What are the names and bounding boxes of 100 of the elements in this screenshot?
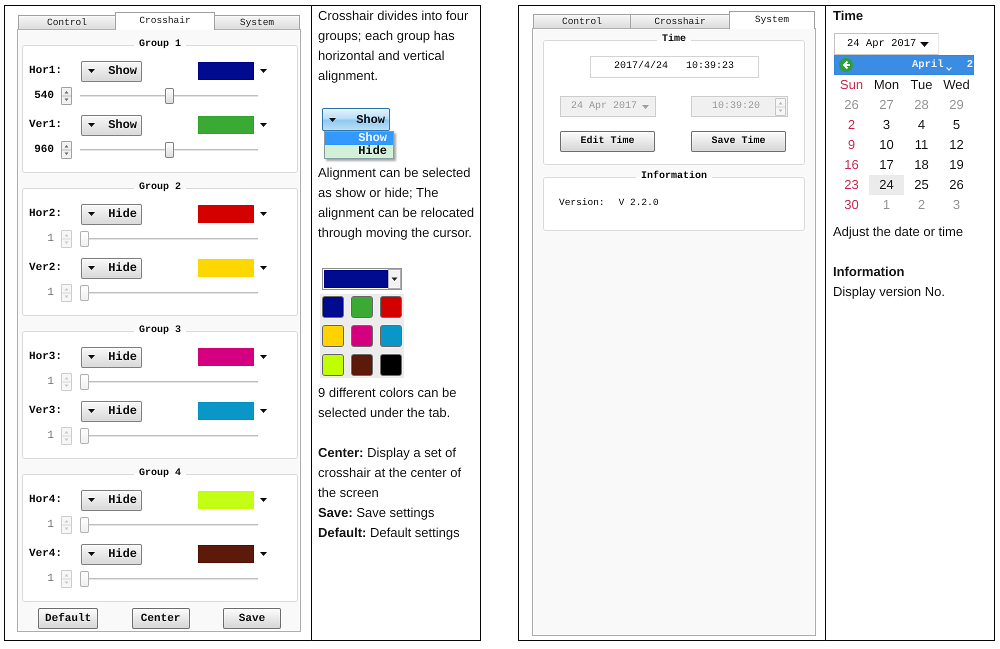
caret-icon [920,42,929,46]
line-label: Hor4: [29,494,64,506]
action-button[interactable]: Save Time [691,131,786,152]
slider-thumb[interactable] [164,142,174,158]
version-value: V 2.2.0 [618,196,659,210]
color-dropdown[interactable] [198,259,267,277]
color-dropdown[interactable] [198,545,267,563]
group-title: Group 3 [138,324,182,338]
value-text: 960 [33,144,54,156]
calendar-day[interactable]: 3 [869,115,904,135]
caret-icon [329,118,336,122]
line-label: Ver2: [29,262,64,274]
visibility-dropdown[interactable]: Show [81,114,142,136]
line-label: Hor2: [29,208,64,220]
caret-icon [88,498,95,502]
calendar-day[interactable]: 23 [834,175,869,195]
tab[interactable]: System [729,11,815,29]
calendar-day[interactable]: 5 [939,115,974,135]
color-swatch-icon[interactable] [322,296,344,318]
spinner-icon[interactable] [61,141,72,159]
color-swatch-icon[interactable] [351,325,373,347]
color-dropdown[interactable] [198,62,267,80]
calendar-day[interactable]: 25 [904,175,939,195]
group-title: Time [660,33,687,47]
tab[interactable]: Crosshair [630,14,730,28]
value-text: 540 [33,90,54,102]
color-swatch-icon[interactable] [351,354,373,376]
paragraph: Crosshair divides into four groups; each group has horizontal and vertical alignment. [318,7,470,85]
line-label: Ver4: [29,548,64,560]
color-swatch-icon[interactable] [322,354,344,376]
paragraph: Display version No. [833,283,946,301]
line-label: Hor1: [29,65,64,77]
color-dropdown[interactable] [198,402,267,420]
calendar-day[interactable]: 10 [869,135,904,155]
line-label: Hor3: [29,351,64,363]
color-swatch-icon[interactable] [380,325,402,347]
date-dropdown[interactable]: 24 Apr 2017 [834,33,939,55]
caret-icon [260,498,267,502]
heading: Time [833,7,864,25]
slider-thumb[interactable] [164,88,174,104]
caret-icon [260,123,267,127]
tab[interactable]: System [214,15,300,29]
paragraph: Save: Save settings [318,504,436,522]
tab[interactable]: Crosshair [115,12,215,30]
color-dropdown[interactable] [322,268,402,290]
value-text: 1 [46,287,54,299]
spinner-icon[interactable] [61,87,72,105]
dropdown-option[interactable]: Hide [325,145,393,158]
weekday-label: Wed [942,76,971,94]
calendar-day[interactable]: 9 [834,135,869,155]
calendar-day[interactable]: 26 [939,175,974,195]
visibility-dropdown[interactable]: Show [81,60,142,82]
action-button[interactable]: Edit Time [560,131,655,152]
weekday-label: Mon [872,76,900,94]
calendar-day[interactable]: 2 [834,115,869,135]
caret-icon [260,212,267,216]
group-title: Group 4 [138,467,182,481]
caret-icon [260,266,267,270]
caret-icon [260,552,267,556]
calendar-day[interactable]: 12 [939,135,974,155]
weekday-label: Sun [838,76,864,94]
line-label: Ver3: [29,405,64,417]
color-dropdown[interactable] [198,491,267,509]
calendar-day[interactable]: 24 [869,175,904,195]
action-button[interactable]: Center [132,608,190,629]
calendar-day[interactable]: 11 [904,135,939,155]
caret-icon [260,355,267,359]
calendar-day[interactable]: 17 [869,155,904,175]
color-dropdown[interactable] [198,205,267,223]
color-swatch-icon[interactable] [322,325,344,347]
calendar-day[interactable]: 30 [834,195,869,215]
color-dropdown[interactable] [198,348,267,366]
calendar-day[interactable]: 16 [834,155,869,175]
action-button[interactable]: Default [38,608,98,629]
color-swatch-icon[interactable] [380,354,402,376]
group-title: Group 1 [138,38,182,52]
color-swatch-icon[interactable] [351,296,373,318]
caret-icon [260,409,267,413]
calendar-day[interactable]: 18 [904,155,939,175]
color-swatch-icon[interactable] [380,296,402,318]
caret-icon [388,269,401,289]
line-label: Ver1: [29,119,64,131]
group-title: Group 2 [138,181,182,195]
caret-icon [642,104,649,108]
action-button[interactable]: Save [223,608,281,629]
caret-icon [88,266,95,270]
value-text: 1 [46,233,54,245]
calendar-day[interactable]: 4 [904,115,939,135]
caret-icon [88,409,95,413]
caret-icon [88,123,95,127]
calendar-day[interactable]: 19 [939,155,974,175]
tab[interactable]: Control [533,14,631,28]
dropdown-button[interactable]: Show [322,108,390,131]
color-dropdown[interactable] [198,116,267,134]
group-title: Information [640,170,708,184]
caret-icon [88,212,95,216]
paragraph: Alignment can be selected as show or hide; The alignment can be relocated through moving the cursor. [318,164,476,242]
value-text: 1 [46,430,54,442]
paragraph: Adjust the date or time [833,223,964,241]
tab[interactable]: Control [18,15,116,29]
